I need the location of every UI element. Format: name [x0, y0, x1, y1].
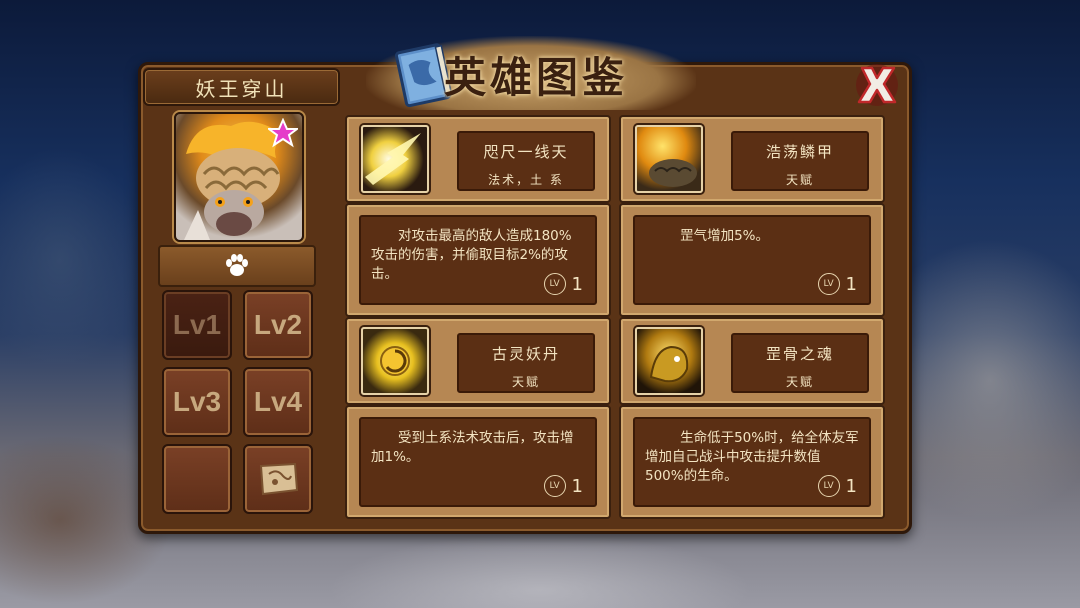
skill-level-badge: LV 1 — [543, 475, 583, 497]
level-4-button[interactable]: Lv4 — [243, 367, 313, 437]
skill-4-title-box: 罡骨之魂 天赋 — [731, 333, 869, 393]
skill-3-description-box: 受到土系法术攻击后，攻击增加1%。 LV 1 — [359, 417, 597, 507]
pet-button[interactable] — [158, 245, 316, 287]
skill-2-description-box: 罡气增加5%。 LV 1 — [633, 215, 871, 305]
skill-description: 罡气增加5%。 — [680, 228, 770, 244]
level-icon: LV — [543, 475, 566, 497]
skill-level: 1 — [845, 273, 857, 295]
skill-2-title-box: 浩荡鳞甲 天赋 — [731, 131, 869, 191]
skill-2-header-card: 浩荡鳞甲 天赋 — [619, 115, 885, 203]
skill-type: 天赋 — [511, 375, 540, 389]
skill-name: 古灵妖丹 — [491, 345, 560, 363]
skill-description: 受到土系法术攻击后，攻击增加1%。 — [371, 430, 574, 465]
hero-name: 妖王穿山 — [195, 76, 288, 101]
skill-level: 1 — [571, 273, 583, 295]
skill-level-badge: LV 1 — [817, 273, 857, 295]
close-button[interactable] — [852, 62, 902, 108]
scroll-map-icon — [259, 462, 299, 496]
empty-slot-button[interactable] — [162, 444, 232, 514]
skill-1-description-card: 对攻击最高的敌人造成180%攻击的伤害，并偷取目标2%的攻击。 LV 1 — [345, 203, 611, 317]
scroll-map-button[interactable] — [243, 444, 313, 514]
level-icon: LV — [817, 273, 840, 295]
level-3-button[interactable]: Lv3 — [162, 367, 232, 437]
skill-name: 浩荡鳞甲 — [765, 143, 834, 161]
level-2-button[interactable]: Lv2 — [243, 290, 313, 360]
skill-1-description-box: 对攻击最高的敌人造成180%攻击的伤害，并偷取目标2%的攻击。 LV 1 — [359, 215, 597, 305]
skill-4-header-card: 罡骨之魂 天赋 — [619, 317, 885, 405]
skill-4-description-box: 生命低于50%时，给全体友军增加自己战斗中攻击提升数值500%的生命。 LV 1 — [633, 417, 871, 507]
golden-scale-armor-icon[interactable] — [635, 125, 703, 193]
pink-star-icon — [268, 118, 298, 148]
skill-level-badge: LV 1 — [543, 273, 583, 295]
hero-portrait[interactable] — [174, 112, 304, 242]
skill-3-header-card: 古灵妖丹 天赋 — [345, 317, 611, 405]
golden-beast-soul-icon[interactable] — [635, 327, 703, 395]
level-icon: LV — [817, 475, 840, 497]
skill-type: 法术，土 系 — [488, 173, 564, 187]
skill-type: 天赋 — [785, 173, 814, 187]
skill-4-description-card: 生命低于50%时，给全体友军增加自己战斗中攻击提升数值500%的生命。 LV 1 — [619, 405, 885, 519]
level-1-button[interactable]: Lv1 — [162, 290, 232, 360]
skill-name: 罡骨之魂 — [765, 345, 834, 363]
skill-1-header-card: 咫尺一线天 法术，土 系 — [345, 115, 611, 203]
skill-name: 咫尺一线天 — [483, 143, 569, 161]
skill-level-badge: LV 1 — [817, 475, 857, 497]
level-icon: LV — [543, 273, 566, 295]
lightning-slash-icon[interactable] — [361, 125, 429, 193]
skill-3-title-box: 古灵妖丹 天赋 — [457, 333, 595, 393]
paw-icon — [226, 254, 248, 276]
skill-3-description-card: 受到土系法术攻击后，攻击增加1%。 LV 1 — [345, 405, 611, 519]
demon-orb-icon[interactable] — [361, 327, 429, 395]
skill-type: 天赋 — [785, 375, 814, 389]
skill-level: 1 — [845, 475, 857, 497]
skill-2-description-card: 罡气增加5%。 LV 1 — [619, 203, 885, 317]
page-title: 英雄图鉴 — [444, 53, 629, 102]
skill-1-title-box: 咫尺一线天 法术，土 系 — [457, 131, 595, 191]
skill-level: 1 — [571, 475, 583, 497]
hero-name-plate: 妖王穿山 — [143, 68, 340, 106]
